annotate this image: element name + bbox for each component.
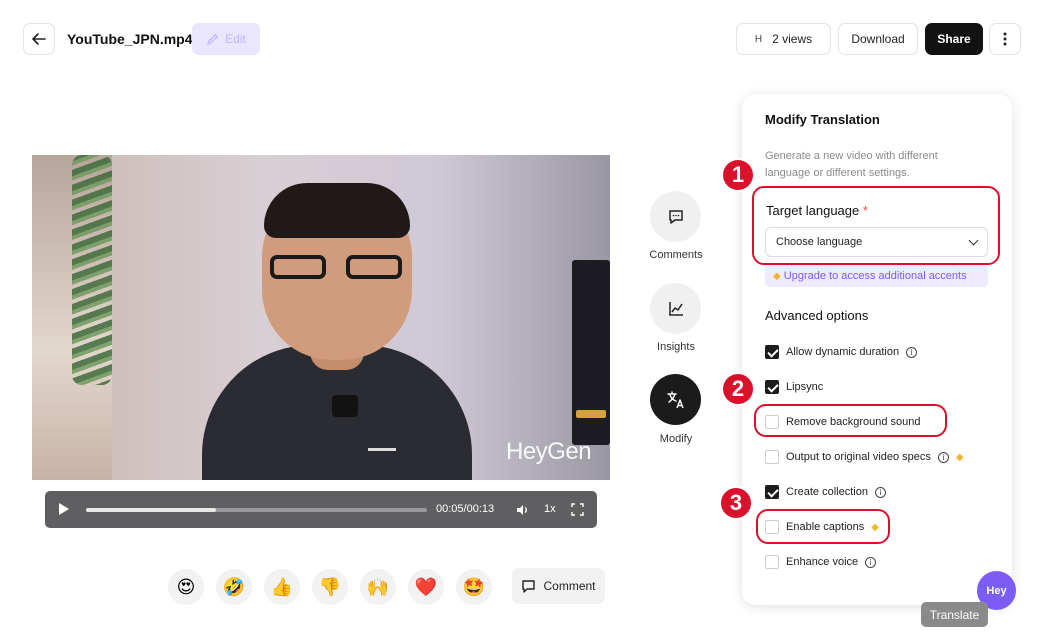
reaction-thumbs-up[interactable]: 👍: [264, 569, 300, 605]
more-options-button[interactable]: [989, 23, 1021, 55]
playback-speed[interactable]: 1x: [544, 503, 556, 515]
option-label: Lipsync: [786, 381, 824, 393]
progress-fill: [86, 508, 216, 512]
panel-description: Generate a new video with different lang…: [765, 150, 938, 179]
edit-button[interactable]: Edit: [192, 23, 260, 55]
views-label: 2 views: [772, 32, 813, 46]
annotation-badge-2: 2: [723, 374, 753, 404]
info-icon[interactable]: i: [865, 556, 877, 568]
annotation-badge-1: 1: [723, 160, 753, 190]
option-output-original-specs[interactable]: Output to original video specs i ◆: [765, 449, 964, 465]
reaction-thumbs-down[interactable]: 👎: [312, 569, 348, 605]
option-label: Enhance voice: [786, 556, 859, 568]
comment-icon: [522, 579, 536, 593]
reaction-heart[interactable]: ❤️: [408, 569, 444, 605]
info-icon[interactable]: i: [874, 486, 886, 498]
upgrade-text: Upgrade to access additional accents: [783, 270, 967, 282]
insights-rail-button[interactable]: [650, 283, 701, 334]
heygen-watermark: HeyGen: [506, 438, 592, 465]
play-icon[interactable]: [59, 503, 69, 515]
comment-button[interactable]: Comment: [512, 568, 605, 604]
annotation-ring-enable-captions: [756, 509, 890, 544]
arrow-left-icon: [32, 33, 46, 45]
time-readout: 00:05/00:13: [436, 503, 495, 515]
annotation-ring-target-language: [752, 186, 1000, 265]
translate-button[interactable]: Translate: [921, 602, 988, 627]
video-player[interactable]: HeyGen: [32, 155, 610, 480]
progress-bar[interactable]: [86, 508, 427, 512]
checkbox[interactable]: [765, 555, 779, 569]
comments-rail-button[interactable]: [650, 191, 701, 242]
option-allow-dynamic-duration[interactable]: Allow dynamic duration i: [765, 344, 918, 360]
viewer-avatar: H: [754, 33, 763, 45]
comments-rail-label: Comments: [649, 249, 703, 261]
comments-icon: [668, 209, 683, 224]
annotation-badge-3: 3: [721, 488, 751, 518]
views-button[interactable]: H 2 views: [736, 23, 831, 55]
reaction-heart-eyes[interactable]: 😍: [168, 569, 204, 605]
option-create-collection[interactable]: Create collection i: [765, 484, 886, 500]
upgrade-accents-link[interactable]: ◆ Upgrade to access additional accents: [765, 265, 988, 287]
file-title: YouTube_JPN.mp4: [67, 31, 193, 47]
translate-icon: [666, 390, 684, 408]
insights-rail-label: Insights: [657, 341, 695, 353]
reaction-rofl[interactable]: 🤣: [216, 569, 252, 605]
pencil-icon: [207, 33, 218, 45]
option-enhance-voice[interactable]: Enhance voice i: [765, 554, 877, 570]
modify-rail-label: Modify: [659, 433, 693, 445]
info-icon[interactable]: i: [937, 451, 949, 463]
background-plant: [72, 155, 112, 385]
presenter-hair: [264, 183, 410, 238]
panel-title: Modify Translation: [765, 112, 880, 127]
diamond-icon: ◆: [955, 451, 964, 463]
diamond-icon: ◆: [773, 271, 781, 282]
fullscreen-icon[interactable]: [571, 503, 584, 516]
reaction-raised-hands[interactable]: 🙌: [360, 569, 396, 605]
option-label: Allow dynamic duration: [786, 346, 900, 358]
checkbox[interactable]: [765, 380, 779, 394]
option-label: Output to original video specs: [786, 451, 931, 463]
insights-chart-icon: [668, 301, 683, 316]
shirt-logo: [368, 435, 396, 451]
player-controls: 00:05/00:13 1x: [45, 491, 597, 528]
edit-label: Edit: [225, 32, 246, 46]
checkbox[interactable]: [765, 485, 779, 499]
share-button[interactable]: Share: [925, 23, 983, 55]
presenter-glasses: [270, 255, 404, 281]
checkbox[interactable]: [765, 345, 779, 359]
option-label: Create collection: [786, 486, 868, 498]
back-button[interactable]: [23, 23, 55, 55]
info-icon[interactable]: i: [906, 346, 918, 358]
annotation-ring-remove-background: [754, 404, 947, 437]
checkbox[interactable]: [765, 450, 779, 464]
background-monitor: [572, 260, 610, 445]
more-vertical-icon: [1003, 32, 1007, 46]
lapel-mic: [332, 395, 358, 417]
option-lipsync[interactable]: Lipsync: [765, 379, 823, 395]
advanced-options-title: Advanced options: [765, 308, 869, 323]
volume-icon[interactable]: [515, 503, 529, 517]
download-button[interactable]: Download: [838, 23, 918, 55]
modify-rail-button[interactable]: [650, 374, 701, 425]
add-reaction-button[interactable]: 🤩: [456, 569, 492, 605]
comment-label: Comment: [543, 579, 596, 593]
